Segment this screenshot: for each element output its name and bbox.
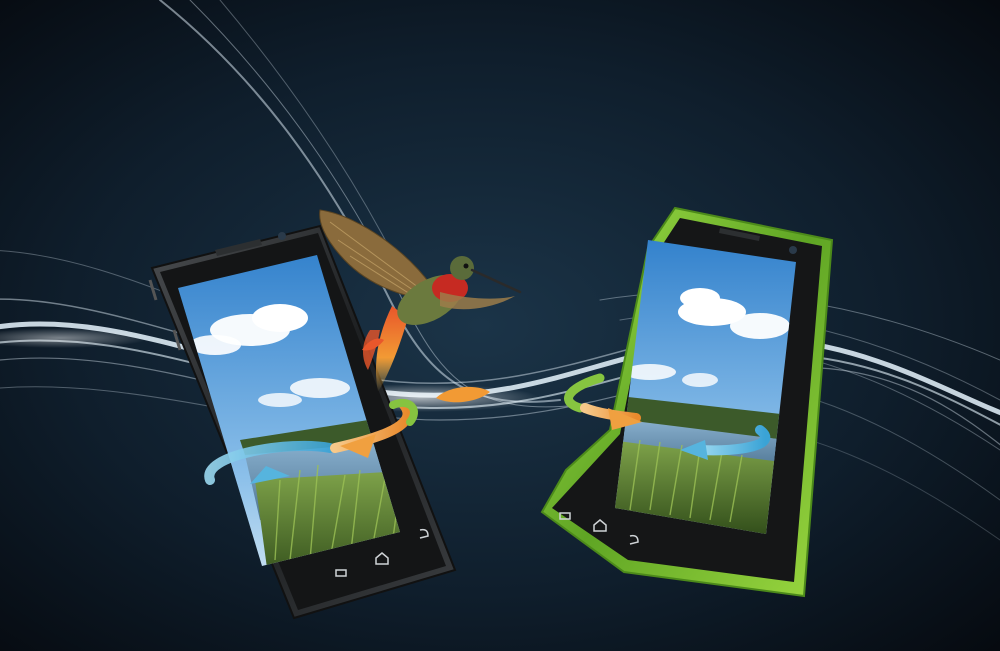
product-hero-image: [0, 0, 1000, 651]
left-phone-camera: [278, 232, 286, 240]
scene-canvas: [0, 0, 1000, 651]
right-phone-camera: [789, 246, 797, 254]
hummingbird-head: [450, 256, 474, 280]
